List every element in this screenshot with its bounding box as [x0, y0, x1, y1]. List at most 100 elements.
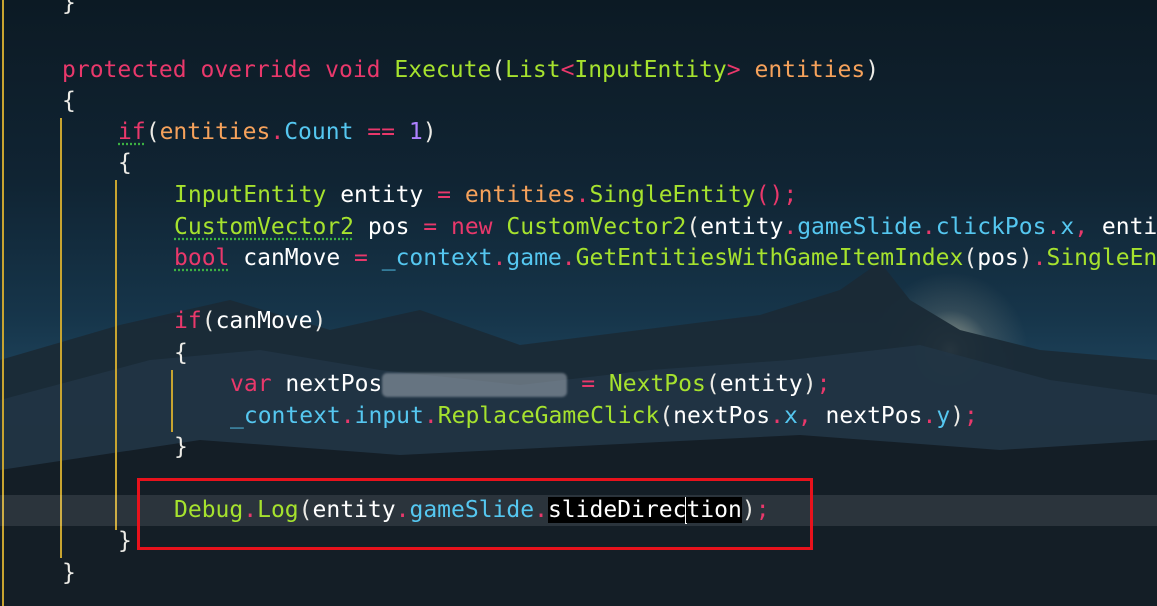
method-name: Execute: [394, 57, 492, 83]
member: clickPos: [935, 214, 1047, 240]
code-line: if(canMove): [0, 306, 1157, 337]
number: 1: [408, 119, 423, 145]
operator: =: [340, 245, 382, 271]
operator: =: [567, 371, 609, 397]
punct: (: [491, 57, 506, 83]
code-line: var nextPos = NextPos(entity);: [0, 369, 1157, 400]
local-var: pos: [977, 245, 1019, 271]
parameter: entities: [464, 182, 576, 208]
punct: ): [802, 371, 817, 397]
inlay-type-hint: [382, 372, 568, 397]
operator: =: [409, 214, 451, 240]
brace: }: [62, 560, 76, 586]
brace: {: [118, 150, 132, 176]
type-name: CustomVector2: [506, 214, 687, 240]
code-line: _context.input.ReplaceGameClick(nextPos.…: [0, 401, 1157, 432]
local-var: entity: [719, 371, 803, 397]
code-line: bool canMove = _context.game.GetEntities…: [0, 243, 1157, 274]
punct: .: [922, 403, 937, 429]
punct: ;: [816, 371, 831, 397]
punct: .: [492, 245, 507, 271]
local-var: entity: [340, 182, 424, 208]
punct: ): [422, 119, 437, 145]
keyword: var: [230, 371, 272, 397]
type-name: InputEntity: [174, 182, 327, 208]
punct: .: [270, 119, 285, 145]
method-call: GetEntitiesWithGameItemIndex: [575, 245, 964, 271]
punct: .: [783, 214, 798, 240]
punct: .: [575, 182, 590, 208]
punct: (: [201, 308, 216, 334]
local-var: nextPos: [285, 371, 383, 397]
punct: (: [963, 245, 978, 271]
punct: ,: [1074, 214, 1102, 240]
punct: .: [1032, 245, 1047, 271]
punct: <: [560, 57, 575, 83]
type-name: List: [505, 57, 561, 83]
code-line: if(entities.Count == 1): [0, 117, 1157, 148]
keyword: void: [325, 57, 381, 83]
code-line: protected override void Execute(List<Inp…: [0, 55, 1157, 86]
type-name: InputEntity: [574, 57, 727, 83]
punct: .: [423, 403, 438, 429]
member: x: [1060, 214, 1075, 240]
field: _context: [230, 403, 341, 429]
member: input: [354, 403, 424, 429]
keyword: override: [200, 57, 312, 83]
punct: (: [659, 403, 674, 429]
punct: .: [921, 214, 936, 240]
brace: }: [118, 528, 132, 554]
local-var: canMove: [215, 308, 313, 334]
type-name: CustomVector2: [174, 214, 355, 240]
operator: =: [423, 182, 465, 208]
code-line: CustomVector2 pos = new CustomVector2(en…: [0, 212, 1157, 243]
brace: }: [62, 0, 76, 16]
member: Count: [284, 119, 354, 145]
code-line: InputEntity entity = entities.SingleEnti…: [0, 180, 1157, 211]
local-var: entity: [700, 214, 784, 240]
punct: >: [726, 57, 741, 83]
keyword: if: [118, 119, 146, 145]
punct: ;: [964, 403, 978, 429]
method-call: SingleEntity: [589, 182, 756, 208]
member: game: [506, 245, 562, 271]
member: gameSlide: [797, 214, 922, 240]
punct: .: [340, 403, 355, 429]
method-call: SingleEn: [1046, 245, 1157, 271]
method-call: ReplaceGameClick: [437, 403, 660, 429]
brace: }: [174, 434, 188, 460]
member: y: [936, 403, 951, 429]
keyword: if: [174, 308, 202, 334]
punct: ();: [755, 182, 798, 208]
punct: .: [1046, 214, 1061, 240]
code-line: {: [0, 86, 1157, 117]
keyword: protected: [62, 57, 187, 83]
keyword: new: [450, 214, 493, 240]
code-line: {: [0, 148, 1157, 179]
operator: ==: [353, 119, 409, 145]
brace: {: [174, 340, 188, 366]
parameter: entities: [754, 57, 866, 83]
local-var: enti: [1101, 214, 1157, 240]
punct: (: [686, 214, 701, 240]
highlight-annotation-box: [137, 478, 813, 550]
local-var: nextPos: [825, 403, 923, 429]
punct: ): [312, 308, 327, 334]
code-editor[interactable]: } protected override void Execute(List<I…: [0, 0, 1157, 606]
punct: .: [561, 245, 576, 271]
punct: ): [865, 57, 880, 83]
punct: (: [705, 371, 720, 397]
punct: (: [145, 119, 160, 145]
code-line: {: [0, 338, 1157, 369]
parameter: entities: [159, 119, 271, 145]
local-var: nextPos: [673, 403, 771, 429]
brace: {: [62, 88, 76, 114]
local-var: pos: [367, 214, 410, 240]
punct: ): [1018, 245, 1033, 271]
punct: .: [770, 403, 784, 429]
code-line: }: [0, 0, 1157, 19]
code-line: }: [0, 432, 1157, 463]
local-var: canMove: [243, 245, 341, 271]
punct: ,: [797, 403, 826, 429]
field: _context: [381, 245, 493, 271]
